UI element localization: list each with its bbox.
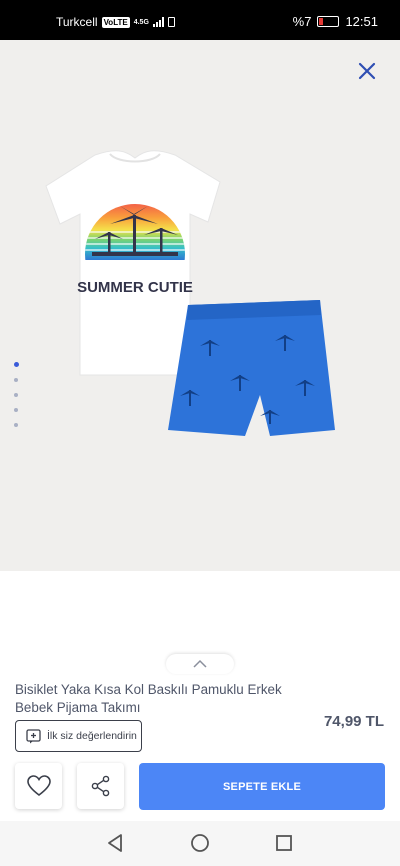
review-label: İlk siz değerlendirin [47, 730, 137, 742]
gallery-dot[interactable] [14, 378, 18, 382]
gallery-dot[interactable] [14, 362, 19, 367]
add-review-icon [26, 728, 41, 743]
action-bar: SEPETE EKLE [0, 760, 400, 820]
add-to-cart-button[interactable]: SEPETE EKLE [139, 763, 385, 810]
product-image-gallery[interactable]: SUMMER CUTIE [0, 40, 400, 571]
close-icon[interactable] [356, 60, 378, 82]
battery-icon [317, 16, 340, 27]
home-icon[interactable] [190, 833, 210, 853]
gallery-dot[interactable] [14, 393, 18, 397]
shirt-print-text: SUMMER CUTIE [77, 279, 193, 296]
favorite-button[interactable] [15, 763, 62, 809]
chevron-up-icon [193, 659, 207, 668]
product-title: Bisiklet Yaka Kısa Kol Baskılı Pamuklu E… [15, 682, 282, 715]
signal-icon [152, 17, 164, 27]
heart-icon [26, 775, 51, 797]
recent-apps-icon[interactable] [275, 833, 293, 853]
system-nav-bar [0, 821, 400, 866]
back-icon[interactable] [106, 833, 124, 853]
status-right: %7 12:51 [293, 14, 378, 29]
share-button[interactable] [77, 763, 124, 809]
status-bar: Turkcell VoLTE 4.5G %7 12:51 [0, 0, 400, 40]
gallery-dot[interactable] [14, 423, 18, 427]
gallery-dot[interactable] [14, 408, 18, 412]
expand-details-button[interactable] [166, 654, 234, 674]
sim-icon [167, 17, 175, 27]
product-price: 74,99 TL [323, 713, 384, 730]
status-left: Turkcell VoLTE 4.5G [56, 15, 175, 29]
clock: 12:51 [345, 14, 378, 29]
battery-percent: %7 [292, 14, 312, 29]
network-type: 4.5G [133, 18, 149, 26]
review-button[interactable]: İlk siz değerlendirin [15, 720, 142, 752]
gallery-indicator [14, 362, 19, 427]
volte-badge: VoLTE [101, 16, 130, 28]
share-icon [91, 775, 109, 797]
product-photo: SUMMER CUTIE [45, 150, 335, 436]
carrier-name: Turkcell [56, 15, 98, 29]
